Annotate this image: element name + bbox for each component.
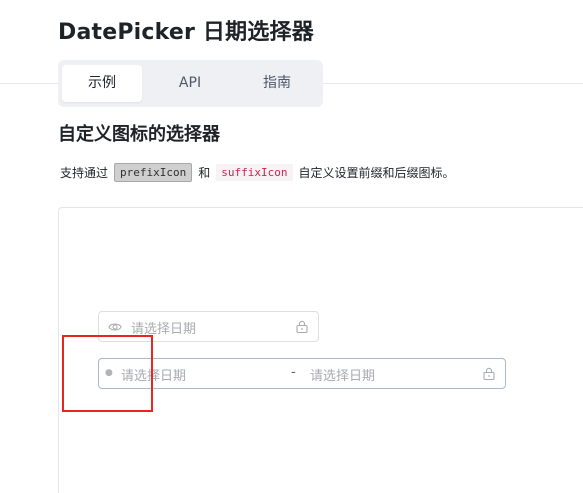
section-title: 自定义图标的选择器: [58, 124, 220, 145]
page-title: DatePicker 日期选择器: [58, 20, 314, 45]
date-picker-placeholder: 请选择日期: [131, 322, 197, 337]
dot-icon: ●: [105, 368, 113, 378]
tab-examples[interactable]: 示例: [62, 65, 142, 102]
description-text-1: 支持通过: [60, 165, 109, 180]
lock-icon: [483, 367, 495, 380]
lock-icon: [296, 320, 308, 333]
prefix-icon-code: prefixIcon: [114, 162, 193, 182]
description-text-2: 和: [198, 165, 211, 180]
tab-bar: 示例 API 指南: [58, 60, 323, 107]
description-text-3: 自定义设置前缀和后缀图标。: [298, 165, 455, 180]
tab-api[interactable]: API: [150, 65, 230, 102]
range-separator: -: [291, 365, 296, 380]
section-description: 支持通过 prefixIcon 和 suffixIcon 自定义设置前缀和后缀图…: [58, 162, 457, 182]
tab-guide[interactable]: 指南: [236, 65, 318, 102]
range-start-placeholder[interactable]: 请选择日期: [121, 365, 186, 384]
range-end-placeholder[interactable]: 请选择日期: [310, 365, 375, 384]
demo-container: [58, 207, 583, 493]
date-range-picker-input[interactable]: ● 请选择日期 - 请选择日期: [98, 358, 506, 389]
suffix-icon-code: suffixIcon: [216, 163, 293, 181]
eye-icon: [108, 323, 122, 331]
date-picker-input[interactable]: 请选择日期: [98, 311, 319, 342]
